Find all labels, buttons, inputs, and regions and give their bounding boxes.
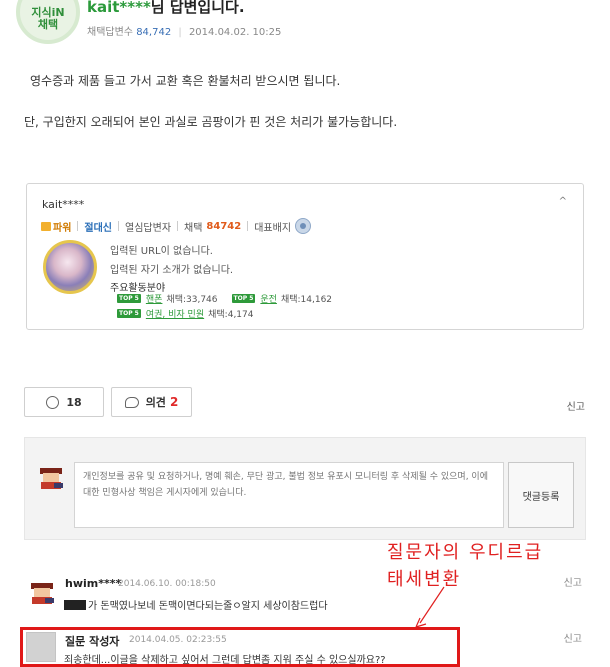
tag-divider	[118, 221, 120, 231]
answer-title-suffix: 님 답변입니다.	[150, 0, 245, 16]
smile-icon	[46, 395, 60, 409]
like-button[interactable]: 18	[24, 387, 104, 417]
answer-stat-value: 84,742	[136, 27, 172, 38]
tag-divider	[77, 221, 79, 231]
activity-count: 채택:33,746	[166, 295, 218, 305]
profile-avatar[interactable]	[43, 240, 97, 294]
redacted-mark	[64, 600, 86, 610]
profile-tags: 파워 절대신 열심답변자 채택 84742 대표배지	[41, 218, 312, 234]
answerer-profile-card: kait**** ^ 파워 절대신 열심답변자 채택 84742 대표배지 입력된…	[26, 183, 584, 330]
knowledge-in-badge: 지식iN 채택	[16, 0, 80, 44]
tag-choice: 채택 84742	[184, 219, 241, 234]
report-answer-link[interactable]: 신고	[567, 398, 585, 413]
commenter-avatar[interactable]	[27, 577, 57, 607]
opinion-label: 의견	[145, 396, 166, 409]
answer-stat-label: 채택답변수	[87, 27, 133, 38]
annotation-line1: 질문자의 우디르급	[387, 542, 544, 563]
collapse-chevron-icon[interactable]: ^	[559, 196, 567, 207]
opinion-count: 2	[169, 395, 179, 409]
top5-badge: TOP 5	[117, 309, 141, 318]
opinion-button[interactable]: 의견 2	[111, 387, 192, 417]
comment-date: 2014.06.10. 00:18:50	[118, 579, 216, 589]
activity-row: TOP 5 여권, 비자 민원 채택:4,174	[117, 307, 253, 320]
tag-absolute: 절대신	[84, 222, 113, 234]
top5-badge: TOP 5	[117, 294, 141, 303]
activity-count: 채택:14,162	[280, 295, 333, 305]
speech-bubble-icon	[124, 396, 139, 408]
top5-badge: TOP 5	[231, 294, 256, 303]
comment-report-link[interactable]: 신고	[564, 630, 582, 645]
comment-textarea[interactable]	[74, 462, 504, 528]
tag-power: 파워	[41, 219, 71, 234]
tag-diligent: 열심답변자	[125, 222, 172, 234]
comment-text-content: 가 돈맥였나보네 돈맥이면다되는줄ㅇ알지 세상이참드럽다	[88, 601, 328, 612]
answer-title: kait****님 답변입니다.	[87, 0, 245, 17]
badge-line2: 채택	[37, 18, 59, 31]
medal-icon[interactable]	[295, 218, 312, 234]
tag-divider	[177, 221, 179, 231]
comment-text: 가 돈맥였나보네 돈맥이면다되는줄ㅇ알지 세상이참드럽다	[64, 597, 328, 612]
annotation-arrow-icon	[415, 586, 445, 628]
tag-badge-label: 대표배지	[254, 222, 292, 234]
meta-divider: |	[178, 27, 182, 38]
comment-author[interactable]: hwim****	[65, 577, 121, 590]
activity-row: TOP 5 핸폰 채택:33,746 TOP 5 운전 채택:14,162	[117, 292, 332, 305]
activity-count: 채택:4,174	[208, 310, 254, 320]
activity-field-link[interactable]: 운전	[260, 292, 277, 305]
tag-power-label: 파워	[53, 222, 72, 234]
comment-date: 2014.04.05. 02:23:55	[129, 635, 227, 645]
profile-url: 입력된 URL이 없습니다.	[110, 246, 213, 257]
comment-submit-button[interactable]: 댓글등록	[508, 462, 574, 528]
comment-report-link[interactable]: 신고	[564, 574, 582, 589]
like-count: 18	[66, 395, 82, 409]
user-avatar-icon	[40, 468, 63, 489]
activity-field-link[interactable]: 여권, 비자 민원	[146, 307, 204, 320]
activity-field-link[interactable]: 핸폰	[146, 292, 163, 305]
questioner-avatar	[26, 632, 56, 662]
tag-choice-value: 84742	[206, 220, 242, 232]
tag-choice-label: 채택	[184, 222, 203, 234]
answer-body-line1: 영수증과 제품 들고 가서 교환 혹은 환불처리 받으시면 됩니다.	[30, 74, 341, 88]
power-icon	[41, 221, 51, 231]
tag-representative-badge: 대표배지	[254, 218, 312, 234]
answer-meta: 채택답변수 84,742 | 2014.04.02. 10:25	[87, 23, 281, 38]
comment-input-area: 댓글등록	[24, 437, 586, 540]
answerer-username[interactable]: kait****	[87, 0, 151, 16]
answer-body-line2: 단, 구입한지 오래되어 본인 과실로 곰팡이가 핀 것은 처리가 불가능합니다…	[24, 115, 398, 129]
comment-text: 죄송한데...이글을 삭제하고 싶어서 그런데 답변좀 지워 주실 수 있으실까…	[64, 655, 386, 666]
tag-divider	[247, 221, 249, 231]
profile-name[interactable]: kait****	[42, 198, 84, 211]
comment-author[interactable]: 질문 작성자	[65, 633, 119, 649]
answer-date: 2014.04.02. 10:25	[188, 27, 282, 38]
profile-intro: 입력된 자기 소개가 없습니다.	[110, 265, 234, 276]
